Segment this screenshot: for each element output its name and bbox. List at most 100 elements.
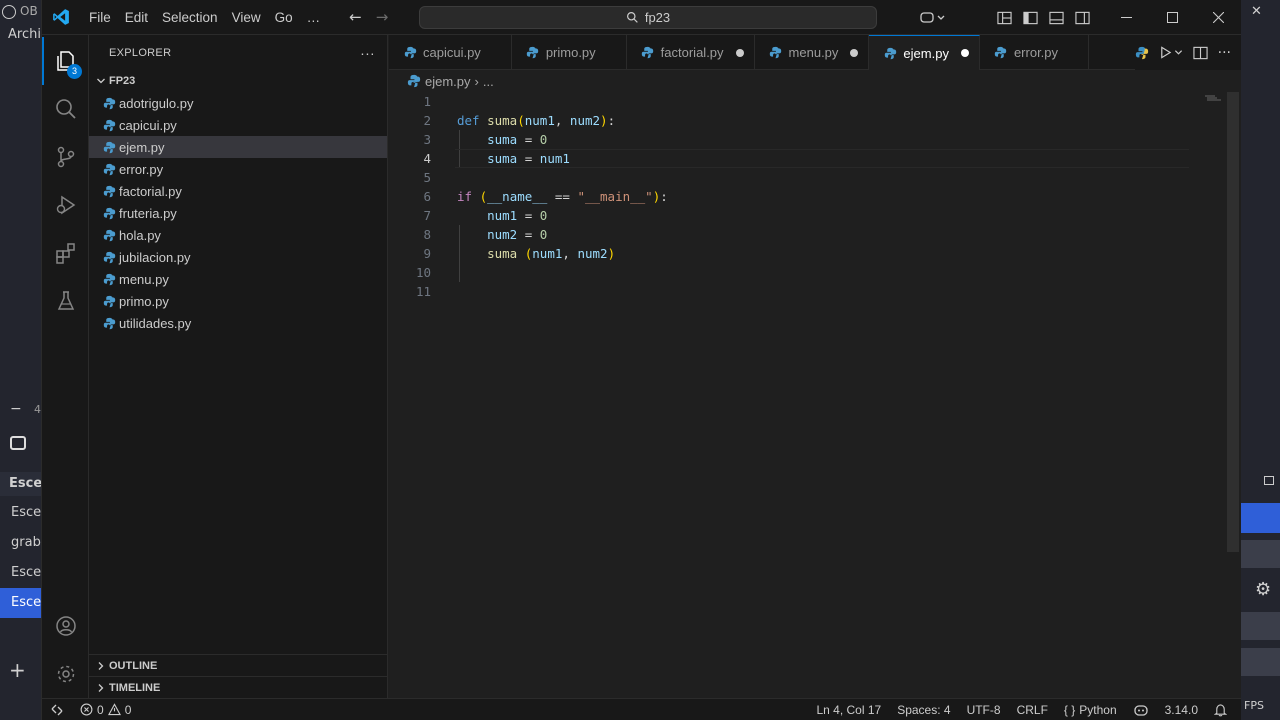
toggle-secondary-sidebar-icon[interactable] bbox=[1069, 0, 1095, 35]
file-item[interactable]: fruteria.py bbox=[89, 202, 387, 224]
search-view-icon[interactable] bbox=[42, 85, 89, 133]
outline-section[interactable]: OUTLINE bbox=[89, 654, 388, 676]
back-arrow-icon[interactable]: ← bbox=[349, 8, 362, 26]
unsaved-dot-icon[interactable] bbox=[735, 48, 744, 57]
file-item[interactable]: ejem.py bbox=[89, 136, 387, 158]
testing-flask-icon[interactable] bbox=[42, 277, 89, 325]
file-item[interactable]: menu.py bbox=[89, 268, 387, 290]
breadcrumb-separator-icon: › bbox=[474, 73, 479, 89]
obs-close-fragment[interactable]: ✕ bbox=[1251, 4, 1262, 19]
menu-bar: File Edit Selection View Go … bbox=[82, 0, 327, 35]
editor-scrollbar[interactable] bbox=[1227, 92, 1241, 698]
end-of-line[interactable]: CRLF bbox=[1009, 699, 1056, 720]
obs-control-button[interactable] bbox=[1240, 612, 1280, 640]
minimap-preview[interactable] bbox=[1205, 95, 1221, 103]
unsaved-dot-icon[interactable] bbox=[850, 48, 859, 57]
file-item[interactable]: error.py bbox=[89, 158, 387, 180]
obs-scene-item[interactable]: graba bbox=[0, 528, 41, 558]
editor-tab[interactable]: ejem.py bbox=[869, 35, 980, 70]
file-item[interactable]: utilidades.py bbox=[89, 312, 387, 334]
obs-blue-button[interactable] bbox=[1240, 503, 1280, 533]
forward-arrow-icon[interactable]: → bbox=[376, 8, 389, 26]
copilot-status-icon[interactable] bbox=[1125, 699, 1157, 720]
problems-indicator[interactable]: 0 0 bbox=[72, 699, 139, 720]
notifications-bell-icon[interactable] bbox=[1206, 699, 1235, 720]
file-item[interactable]: adotrigulo.py bbox=[89, 92, 387, 114]
editor-tab[interactable]: error.py bbox=[980, 35, 1090, 70]
menu-edit[interactable]: Edit bbox=[118, 0, 155, 35]
source-control-icon[interactable] bbox=[42, 133, 89, 181]
obs-control-button[interactable] bbox=[1240, 540, 1280, 568]
editor-tab[interactable]: capicui.py bbox=[389, 35, 512, 70]
timeline-label: TIMELINE bbox=[109, 681, 161, 694]
warning-icon bbox=[107, 703, 121, 716]
customize-layout-icon[interactable] bbox=[991, 0, 1017, 35]
accounts-icon[interactable] bbox=[42, 602, 89, 650]
titlebar-right-controls bbox=[913, 0, 1241, 35]
code-line-current: 4 suma = num1 bbox=[389, 149, 1229, 168]
toggle-panel-icon[interactable] bbox=[1043, 0, 1069, 35]
close-button[interactable] bbox=[1195, 0, 1241, 35]
menu-selection[interactable]: Selection bbox=[155, 0, 225, 35]
file-item[interactable]: factorial.py bbox=[89, 180, 387, 202]
menu-go[interactable]: Go bbox=[268, 0, 300, 35]
menu-view[interactable]: View bbox=[225, 0, 268, 35]
minimize-button[interactable] bbox=[1103, 0, 1149, 35]
run-debug-icon[interactable] bbox=[42, 181, 89, 229]
error-icon bbox=[80, 703, 93, 716]
code-editor[interactable]: 1 2 def suma(num1, num2): 3 suma = 0 4 su… bbox=[389, 92, 1229, 301]
timeline-section[interactable]: TIMELINE bbox=[89, 676, 388, 698]
language-mode[interactable]: { } Python bbox=[1056, 699, 1125, 720]
file-item[interactable]: primo.py bbox=[89, 290, 387, 312]
obs-scene-item[interactable]: Escen bbox=[0, 558, 41, 588]
python-file-icon bbox=[101, 161, 117, 177]
manage-gear-icon[interactable] bbox=[42, 650, 89, 698]
remote-indicator-icon[interactable] bbox=[42, 699, 72, 720]
editor-actions: ··· bbox=[1134, 35, 1241, 70]
obs-add-scene-icon[interactable]: + bbox=[9, 658, 26, 682]
folder-header-fp23[interactable]: FP23 bbox=[89, 70, 387, 92]
editor-tab[interactable]: factorial.py bbox=[627, 35, 755, 70]
menu-more[interactable]: … bbox=[300, 0, 328, 35]
editor-tab[interactable]: primo.py bbox=[512, 35, 627, 70]
tab-label: primo.py bbox=[545, 45, 596, 60]
obs-control-button[interactable] bbox=[1240, 648, 1280, 676]
copilot-icon[interactable] bbox=[913, 0, 953, 35]
warning-count: 0 bbox=[124, 702, 132, 717]
more-actions-icon[interactable]: ··· bbox=[1218, 45, 1231, 61]
extensions-icon[interactable] bbox=[42, 229, 89, 277]
python-file-icon bbox=[101, 271, 117, 287]
obs-scene-item-selected[interactable]: Escen bbox=[0, 588, 41, 618]
editor-tab[interactable]: menu.py bbox=[755, 35, 870, 70]
unsaved-dot-icon[interactable] bbox=[960, 49, 969, 57]
cursor-position[interactable]: Ln 4, Col 17 bbox=[808, 699, 889, 720]
breadcrumb-symbol[interactable]: ... bbox=[483, 74, 494, 89]
explorer-more-actions[interactable]: ··· bbox=[360, 45, 375, 61]
file-name: factorial.py bbox=[119, 183, 182, 199]
python-extension-icon[interactable] bbox=[1135, 46, 1149, 60]
command-center-search[interactable]: fp23 bbox=[419, 6, 877, 29]
breadcrumb-file[interactable]: ejem.py bbox=[425, 74, 471, 89]
obs-minus-fragment: − bbox=[10, 401, 22, 417]
obs-settings-icon[interactable]: ⚙ bbox=[1255, 579, 1271, 600]
obs-scene-item[interactable]: Escen bbox=[0, 498, 41, 528]
scrollbar-thumb[interactable] bbox=[1227, 92, 1239, 552]
run-python-button[interactable] bbox=[1159, 46, 1183, 59]
split-editor-icon[interactable] bbox=[1193, 46, 1208, 60]
file-name: hola.py bbox=[119, 227, 161, 243]
search-text: fp23 bbox=[644, 10, 671, 25]
maximize-button[interactable] bbox=[1149, 0, 1195, 35]
file-item[interactable]: hola.py bbox=[89, 224, 387, 246]
code-line: 11 bbox=[415, 284, 431, 299]
file-item[interactable]: jubilacion.py bbox=[89, 246, 387, 268]
explorer-icon[interactable]: 3 bbox=[42, 37, 89, 85]
indentation[interactable]: Spaces: 4 bbox=[889, 699, 958, 720]
vscode-logo-icon bbox=[44, 0, 78, 35]
file-item[interactable]: capicui.py bbox=[89, 114, 387, 136]
obs-dock-icon[interactable] bbox=[1264, 476, 1274, 485]
menu-file[interactable]: File bbox=[82, 0, 118, 35]
toggle-primary-sidebar-icon[interactable] bbox=[1017, 0, 1043, 35]
encoding[interactable]: UTF-8 bbox=[959, 699, 1009, 720]
python-interpreter-version[interactable]: 3.14.0 bbox=[1157, 699, 1206, 720]
obs-scenes-title: Escen bbox=[9, 476, 41, 491]
